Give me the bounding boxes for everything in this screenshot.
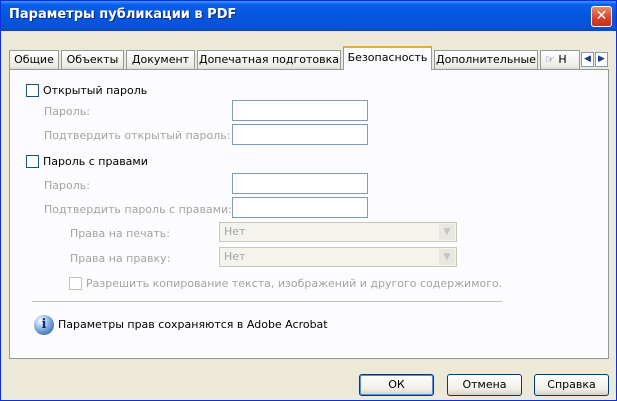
dialog-window: Параметры публикации в PDF ✕ Общие Объек… xyxy=(0,0,617,401)
cancel-button[interactable]: Отмена xyxy=(447,374,522,396)
rights-password-input[interactable] xyxy=(232,173,368,194)
open-password-checkbox[interactable] xyxy=(26,84,39,97)
tab-scroll-left-button[interactable]: ◀ xyxy=(581,52,594,67)
tab-strip: Общие Объекты Документ Допечатная подгот… xyxy=(9,43,609,70)
security-panel: Открытый пароль Пароль: Подтвердить откр… xyxy=(9,69,609,359)
tab-partial-label: Н xyxy=(558,53,567,66)
tab-advanced[interactable]: Дополнительные xyxy=(434,50,538,70)
separator xyxy=(32,301,502,302)
edit-rights-value: Нет xyxy=(224,250,246,263)
rights-password-label: Пароль с правами xyxy=(43,155,148,168)
arrow-right-icon: ▶ xyxy=(598,54,605,64)
close-button[interactable]: ✕ xyxy=(591,6,612,27)
tab-security[interactable]: Безопасность xyxy=(343,46,432,70)
open-password-field-label: Пароль: xyxy=(44,105,90,118)
edit-rights-label: Права на правку: xyxy=(70,252,171,265)
tab-partial[interactable]: ☞ Н xyxy=(540,50,580,70)
tab-partial-icon: ☞ xyxy=(545,53,555,66)
rights-password-field-label: Пароль: xyxy=(44,179,90,192)
title-bar[interactable]: Параметры публикации в PDF ✕ xyxy=(1,1,616,31)
ok-button[interactable]: ОК xyxy=(359,374,434,396)
tab-document[interactable]: Документ xyxy=(126,50,195,70)
print-rights-select[interactable]: Нет ▼ xyxy=(219,222,457,242)
info-text: Параметры прав сохраняются в Adobe Acrob… xyxy=(58,318,328,331)
tab-prepress[interactable]: Допечатная подготовка xyxy=(197,50,341,70)
arrow-left-icon: ◀ xyxy=(584,54,591,64)
rights-password-checkbox[interactable] xyxy=(26,155,39,168)
edit-rights-select[interactable]: Нет ▼ xyxy=(219,247,457,267)
rights-password-confirm-label: Подтвердить пароль с правами: xyxy=(44,203,232,216)
print-rights-label: Права на печать: xyxy=(70,227,170,240)
allow-copy-label: Разрешить копирование текста, изображени… xyxy=(86,277,503,290)
help-button[interactable]: Справка xyxy=(534,374,609,396)
open-password-input[interactable] xyxy=(232,100,368,121)
info-icon: i xyxy=(34,315,54,335)
rights-password-confirm-input[interactable] xyxy=(232,197,368,218)
dialog-title: Параметры публикации в PDF xyxy=(9,7,237,22)
open-password-confirm-input[interactable] xyxy=(232,124,368,145)
print-rights-value: Нет xyxy=(224,225,246,238)
tab-objects[interactable]: Объекты xyxy=(61,50,124,70)
tab-scroll-right-button[interactable]: ▶ xyxy=(595,52,608,67)
open-password-label: Открытый пароль xyxy=(43,84,148,97)
tab-general[interactable]: Общие xyxy=(9,50,59,70)
close-icon: ✕ xyxy=(595,8,608,24)
open-password-confirm-label: Подтвердить открытый пароль: xyxy=(44,129,231,142)
allow-copy-checkbox[interactable] xyxy=(69,277,82,290)
chevron-down-icon: ▼ xyxy=(439,224,455,240)
chevron-down-icon: ▼ xyxy=(439,249,455,265)
